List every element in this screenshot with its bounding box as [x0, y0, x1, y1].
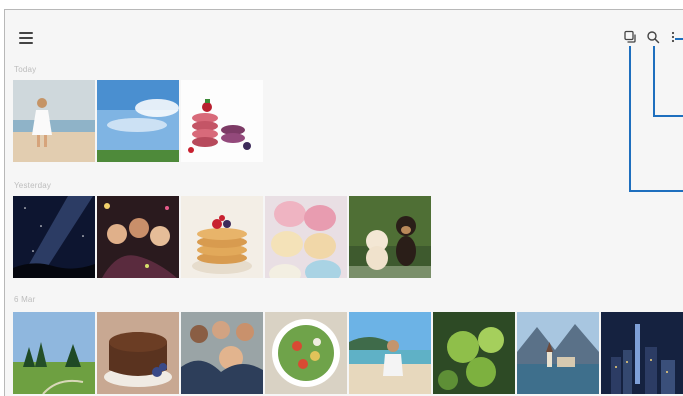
app-bar	[5, 10, 683, 50]
photo-thumbnail[interactable]	[97, 312, 179, 394]
photo-thumbnail[interactable]	[265, 312, 347, 394]
search-icon[interactable]	[646, 30, 660, 44]
section-label-today: Today	[14, 65, 37, 74]
callout-line-select	[629, 46, 631, 191]
photo-thumbnail[interactable]	[13, 196, 95, 278]
photo-thumbnail[interactable]	[13, 312, 95, 394]
more-options-icon[interactable]	[669, 30, 677, 44]
photo-thumbnail[interactable]	[349, 312, 431, 394]
callout-line-search	[653, 46, 655, 116]
photo-thumbnail[interactable]	[97, 80, 179, 162]
photo-thumbnail[interactable]	[601, 312, 683, 394]
section-label-yesterday: Yesterday	[14, 181, 52, 190]
photo-thumbnail[interactable]	[97, 196, 179, 278]
photo-thumbnail[interactable]	[433, 312, 515, 394]
select-mode-icon[interactable]	[623, 30, 637, 44]
photo-thumbnail[interactable]	[181, 80, 263, 162]
gallery-screen: Today Yesterday 6 Mar	[4, 9, 683, 396]
photo-thumbnail[interactable]	[181, 312, 263, 394]
photo-thumbnail[interactable]	[13, 80, 95, 162]
section-label-older: 6 Mar	[14, 295, 36, 304]
callout-line-more	[675, 38, 683, 40]
photo-thumbnail[interactable]	[349, 196, 431, 278]
callout-line-search-horizontal	[653, 115, 683, 117]
hamburger-menu-icon[interactable]	[19, 32, 33, 44]
photo-thumbnail[interactable]	[265, 196, 347, 278]
photo-thumbnail[interactable]	[181, 196, 263, 278]
callout-line-select-horizontal	[629, 190, 683, 192]
photo-thumbnail[interactable]	[517, 312, 599, 394]
